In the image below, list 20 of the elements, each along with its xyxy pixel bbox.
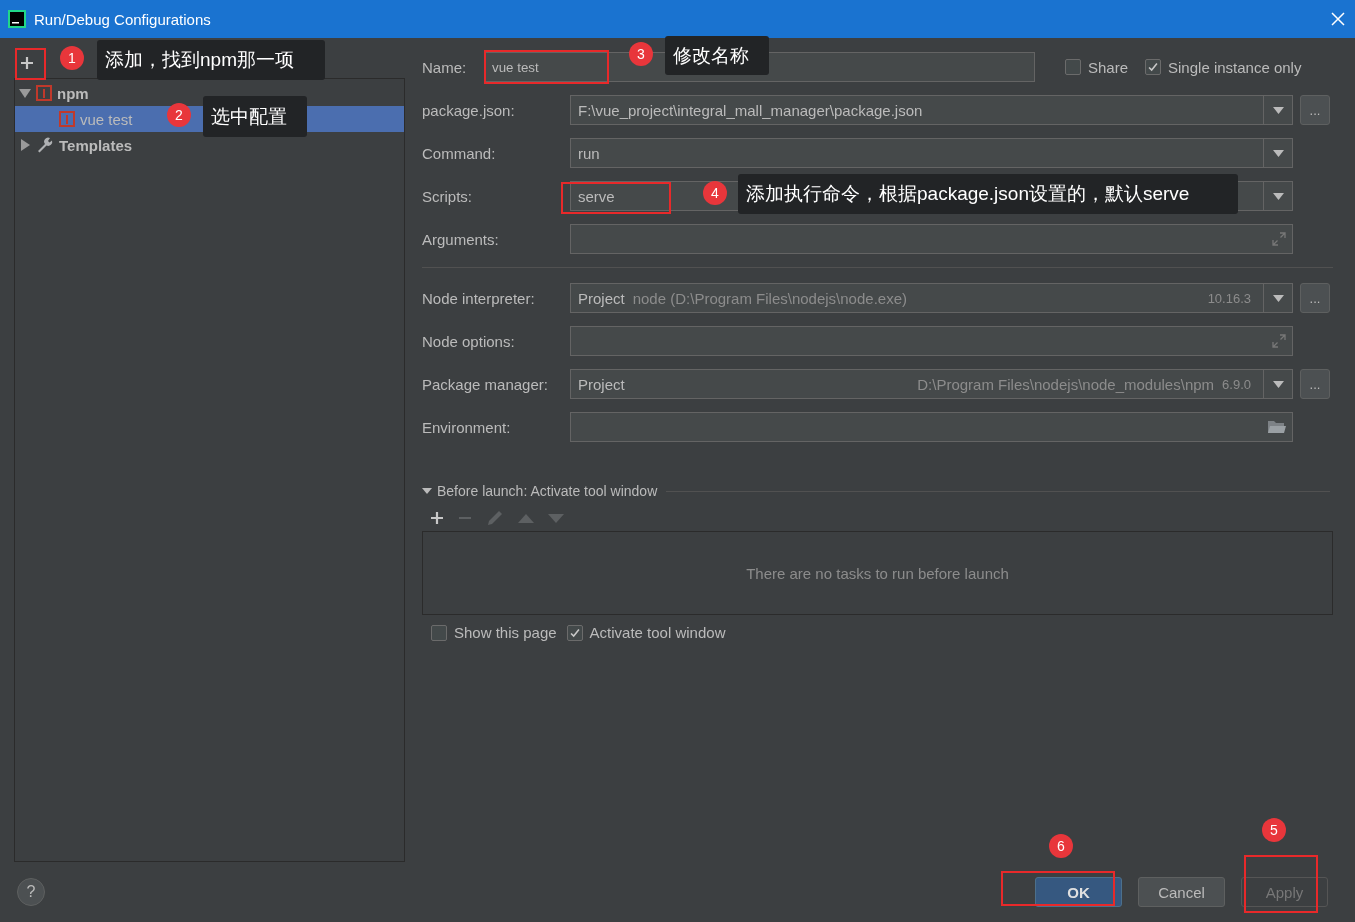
field-label: Environment: bbox=[422, 418, 512, 436]
step-number-tooltip: 2 bbox=[167, 103, 191, 127]
field-label: Package manager: bbox=[422, 375, 549, 393]
window-title: Run/Debug Configurations bbox=[34, 10, 212, 28]
field-label: Name: bbox=[422, 58, 468, 76]
annotation-tooltip: 选中配置 bbox=[203, 96, 307, 137]
field-label: Arguments: bbox=[422, 230, 500, 248]
field-label: Node interpreter: bbox=[422, 289, 536, 307]
step-number-tooltip: 1 bbox=[60, 46, 84, 70]
step-number-tooltip: 5 bbox=[1262, 818, 1286, 842]
annotation-tooltip: 修改名称 bbox=[665, 36, 769, 75]
field-label: package.json: bbox=[422, 101, 516, 119]
field-label: Command: bbox=[422, 144, 497, 162]
annotation-tooltip: 添加，找到npm那一项 bbox=[97, 40, 325, 80]
step-number-tooltip: 6 bbox=[1049, 834, 1073, 858]
annotation-tooltip: 添加执行命令，根据package.json设置的，默认serve bbox=[738, 174, 1238, 214]
empty-list-text: There are no tasks to run before launch bbox=[746, 564, 1009, 582]
step-number-tooltip: 3 bbox=[629, 42, 653, 66]
field-label: Node options: bbox=[422, 332, 516, 350]
field-label: Scripts: bbox=[422, 187, 473, 205]
